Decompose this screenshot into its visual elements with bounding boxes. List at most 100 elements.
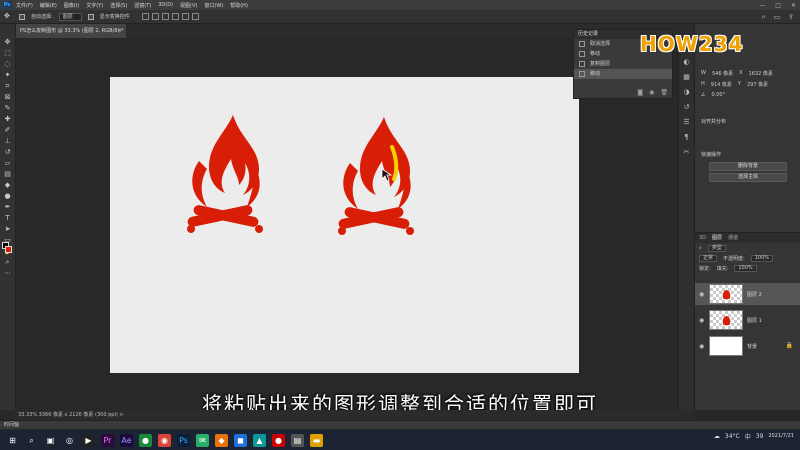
photoshop-app-icon[interactable]: Ps [177, 433, 190, 447]
align-middle-icon[interactable] [181, 13, 189, 20]
align-top-icon[interactable] [171, 13, 179, 20]
menu-image[interactable]: 图像(I) [64, 2, 79, 9]
campfire-graphic-pasted[interactable] [336, 117, 416, 247]
orange-app-icon[interactable]: ◆ [215, 433, 228, 447]
visibility-eye-icon[interactable]: ◉ [699, 291, 704, 298]
notification-count[interactable]: 39 [756, 433, 764, 440]
layer-name[interactable]: 图层 1 [747, 317, 762, 324]
teal-app-icon[interactable]: ▲ [253, 433, 266, 447]
lasso-tool-icon[interactable]: ◌ [3, 60, 13, 69]
document-canvas[interactable] [110, 77, 579, 373]
layer-row[interactable]: ◉ 图层 2 [695, 283, 800, 305]
maximize-button[interactable]: □ [775, 2, 781, 9]
healing-brush-icon[interactable]: ✚ [3, 115, 13, 124]
eraser-icon[interactable]: ▱ [3, 159, 13, 168]
h-value[interactable]: 914 像素 [711, 81, 732, 88]
menu-window[interactable]: 窗口(W) [204, 2, 223, 9]
menu-select[interactable]: 选择(S) [110, 2, 127, 9]
paragraph-panel-icon[interactable]: ¶ [682, 133, 691, 142]
layer-filter-dropdown[interactable]: 类型 [707, 244, 726, 252]
history-item-active[interactable]: 移动 [574, 69, 672, 79]
align-section-title[interactable]: 对齐并分布 [695, 116, 800, 127]
more-tools-icon[interactable]: ⋯ [3, 269, 13, 278]
move-tool-icon[interactable]: ✥ [3, 38, 13, 47]
x-value[interactable]: 1632 像素 [749, 70, 773, 77]
menu-file[interactable]: 文件(F) [16, 2, 33, 9]
green-app-icon[interactable]: ● [139, 433, 152, 447]
dodge-tool-icon[interactable]: ● [3, 192, 13, 201]
folder-app-icon[interactable]: ▬ [310, 433, 323, 447]
adjustments-panel-icon[interactable]: ◑ [682, 88, 691, 97]
align-bottom-icon[interactable] [191, 13, 199, 20]
select-subject-button[interactable]: 选择主体 [709, 173, 787, 182]
tab-layers[interactable]: 图层 [712, 233, 722, 243]
brush-tool-icon[interactable]: ✐ [3, 126, 13, 135]
color-panel-icon[interactable]: ◐ [682, 58, 691, 67]
tab-3d[interactable]: 3D [699, 233, 706, 243]
document-tab[interactable]: PS怎么复制图形 @ 33.3% (图层 2, RGB/8) * × [16, 24, 126, 38]
layer-name[interactable]: 图层 2 [747, 291, 762, 298]
properties-panel-icon[interactable]: ☰ [682, 118, 691, 127]
layer-name[interactable]: 背景 [747, 343, 757, 350]
frame-tool-icon[interactable]: ⊠ [3, 93, 13, 102]
search-icon[interactable]: ⌕ [762, 13, 766, 22]
gradient-tool-icon[interactable]: ▤ [3, 170, 13, 179]
blue-app-icon[interactable]: ◼ [234, 433, 247, 447]
auto-select-dropdown[interactable]: 图层 [58, 12, 82, 21]
snapshot-icon[interactable]: ◙ [637, 89, 643, 96]
menu-view[interactable]: 视图(V) [180, 2, 197, 9]
start-icon[interactable]: ⊞ [6, 434, 19, 447]
close-tab-icon[interactable]: × [118, 24, 122, 38]
layer-row[interactable]: ◉ 图层 1 [695, 309, 800, 331]
search-icon[interactable]: ⌕ [25, 434, 38, 447]
stamp-tool-icon[interactable]: ⊥ [3, 137, 13, 146]
magic-wand-icon[interactable]: ✦ [3, 71, 13, 80]
eyedropper-icon[interactable]: ✎ [3, 104, 13, 113]
media-app-icon[interactable]: ▶ [82, 433, 95, 447]
history-panel-icon[interactable]: ↺ [682, 103, 691, 112]
pen-tool-icon[interactable]: ✒ [3, 203, 13, 212]
fill-input[interactable]: 100% [734, 264, 757, 272]
align-left-icon[interactable] [141, 13, 149, 20]
auto-select-checkbox[interactable] [19, 13, 25, 20]
align-right-icon[interactable] [161, 13, 169, 20]
history-brush-icon[interactable]: ↺ [3, 148, 13, 157]
path-select-icon[interactable]: ➤ [3, 225, 13, 234]
tools-panel-icon[interactable]: ✂ [682, 148, 691, 157]
recorder-app-icon[interactable]: ● [272, 433, 285, 447]
menu-type[interactable]: 文字(Y) [86, 2, 103, 9]
quick-actions-title[interactable]: 快速操作 [695, 149, 800, 160]
blend-mode-dropdown[interactable]: 正常 [699, 254, 718, 262]
visibility-eye-icon[interactable]: ◉ [699, 317, 704, 324]
wechat-app-icon[interactable]: ✉ [196, 433, 209, 447]
history-item[interactable]: 复制图层 [574, 59, 672, 69]
y-value[interactable]: 297 像素 [747, 81, 768, 88]
visibility-eye-icon[interactable]: ◉ [699, 343, 704, 350]
workspace-icon[interactable]: ▭ [774, 13, 781, 22]
menu-edit[interactable]: 编辑(E) [40, 2, 57, 9]
type-tool-icon[interactable]: T [3, 214, 13, 223]
marquee-tool-icon[interactable]: ⬚ [3, 49, 13, 58]
crop-tool-icon[interactable]: ⌗ [3, 82, 13, 91]
align-center-icon[interactable] [151, 13, 159, 20]
trash-icon[interactable]: 🗑 [660, 89, 668, 96]
timeline-panel-tab[interactable]: 时间轴 [0, 420, 800, 429]
close-window-button[interactable]: ✕ [791, 2, 796, 9]
task-view-icon[interactable]: ▣ [44, 434, 57, 447]
premiere-app-icon[interactable]: Pr [101, 433, 114, 447]
background-color-swatch[interactable] [5, 246, 12, 253]
swatches-panel-icon[interactable]: ▦ [682, 73, 691, 82]
remove-background-button[interactable]: 删除背景 [709, 162, 787, 171]
menu-filter[interactable]: 滤镜(T) [134, 2, 151, 9]
layer-row[interactable]: ◉ 背景 🔒 [695, 335, 800, 357]
w-value[interactable]: 546 像素 [712, 70, 733, 77]
camera-icon[interactable]: ◉ [649, 89, 654, 96]
share-icon[interactable]: ⇪ [788, 13, 794, 22]
after-effects-app-icon[interactable]: Ae [120, 433, 133, 447]
minimize-button[interactable]: — [759, 2, 765, 9]
zoom-tool-icon[interactable]: ⌕ [3, 258, 13, 267]
clock[interactable]: 2021/7/21 [768, 433, 794, 440]
angle-value[interactable]: 0.00° [711, 92, 725, 98]
blur-tool-icon[interactable]: ◆ [3, 181, 13, 190]
menu-help[interactable]: 帮助(H) [230, 2, 248, 9]
